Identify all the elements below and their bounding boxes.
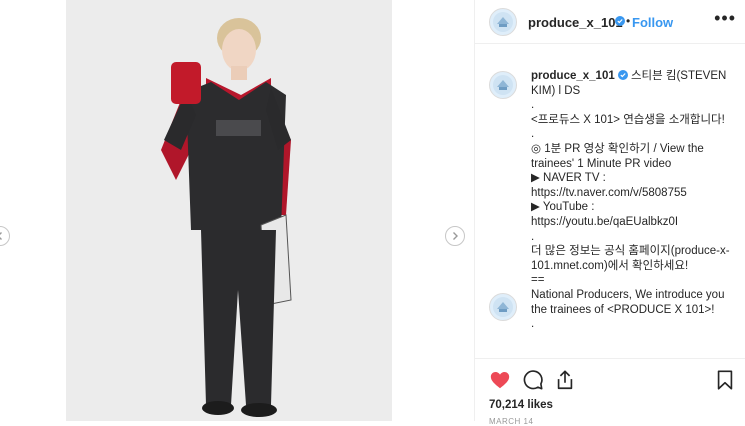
share-icon[interactable] <box>554 369 576 391</box>
next-post-arrow[interactable] <box>445 226 465 246</box>
bookmark-icon[interactable] <box>714 369 736 391</box>
chevron-left-icon <box>0 232 2 240</box>
comment-avatar[interactable] <box>489 293 517 321</box>
caption-avatar[interactable] <box>489 71 517 99</box>
caption-username[interactable]: produce_x_101 <box>531 70 615 82</box>
prev-post-arrow[interactable] <box>0 226 10 246</box>
caption-body: 스티븐 킴(STEVEN KIM) l DS . <프로듀스 X 101> 연습… <box>531 70 730 331</box>
post-photo <box>66 0 392 421</box>
verified-icon <box>617 70 628 80</box>
avatar[interactable] <box>489 8 517 36</box>
produce-logo-icon <box>493 297 513 317</box>
produce-logo-icon <box>493 12 513 32</box>
post-actions: 70,214 likes MARCH 14 <box>475 358 745 426</box>
trainee-photo-image <box>66 0 392 421</box>
post-side-panel: produce_x_101 • Follow ••• produce_x_101… <box>474 0 745 426</box>
more-icon[interactable]: ••• <box>714 8 736 29</box>
chevron-right-icon <box>453 232 458 240</box>
comments-section: produce_x_101 스티븐 킴(STEVEN KIM) l DS . <… <box>475 45 745 358</box>
comment-icon[interactable] <box>522 369 544 391</box>
separator-dot: • <box>626 14 631 28</box>
post-timestamp: MARCH 14 <box>489 417 534 426</box>
likes-count[interactable]: 70,214 likes <box>489 399 553 411</box>
post-header: produce_x_101 • Follow ••• <box>475 0 745 44</box>
post-username[interactable]: produce_x_101 <box>528 15 623 30</box>
post-caption: produce_x_101 스티븐 킴(STEVEN KIM) l DS . <… <box>531 69 731 332</box>
produce-logo-icon <box>493 75 513 95</box>
heart-icon[interactable] <box>489 369 511 391</box>
follow-button[interactable]: Follow <box>632 15 673 30</box>
verified-icon <box>615 16 625 26</box>
